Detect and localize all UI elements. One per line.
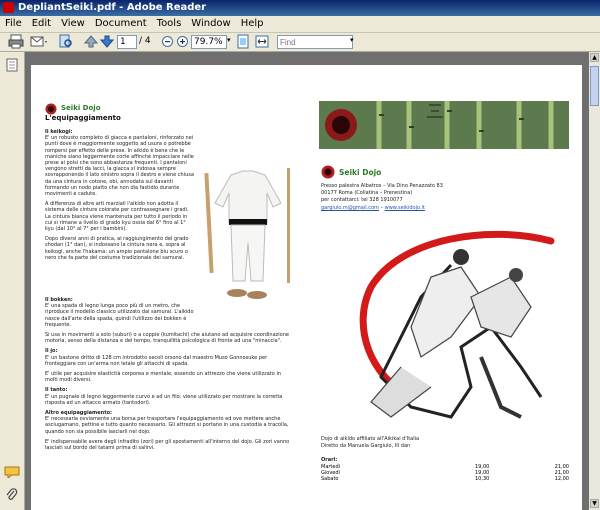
menu-window[interactable]: Window — [186, 16, 235, 32]
print-icon[interactable] — [8, 34, 24, 49]
section-text: A differenza di altre arti marziali l'ai… — [45, 201, 189, 233]
toolbar: 1 / 4 79.7% ▾ ▾ — [0, 33, 600, 52]
website-link[interactable]: www.seikidojo.it — [385, 205, 425, 211]
schedule-table: Martedì 19,00 21,00 Giovedì 19,00 21,00 … — [319, 464, 571, 482]
section-text: E' necessaria ovviamente una borsa per t… — [45, 416, 289, 435]
table-row: Sabato 10,30 12,00 — [319, 476, 571, 482]
section-text: E' un bastone dritto di 128 cm introdott… — [45, 354, 268, 367]
equipment-text-block-1: Il keikogi: E' un robusto completo di gi… — [45, 129, 195, 261]
section-text: E' indispensabile avere degli infradito … — [45, 438, 290, 452]
schedule-start: 10,30 — [475, 476, 490, 482]
email-link[interactable]: gargiulo.m@gmail.com — [321, 205, 379, 211]
section-text: E' un robusto completo di giacca e panta… — [45, 135, 194, 198]
menu-document[interactable]: Document — [90, 16, 152, 32]
page-total: / 4 — [139, 36, 151, 46]
menu-view[interactable]: View — [56, 16, 90, 32]
search-document-icon[interactable] — [58, 34, 74, 49]
next-page-icon[interactable] — [100, 34, 114, 49]
zoom-in-icon[interactable] — [176, 34, 189, 49]
left-subtitle: L'equipaggiamento — [45, 114, 121, 122]
bamboo-banner-image — [319, 101, 569, 149]
pdf-page: Seiki Dojo L'equipaggiamento Il keikogi:… — [31, 65, 582, 510]
navigation-pane — [0, 52, 25, 510]
section-text: Si usa in movimenti a solo (suburi) o a … — [45, 332, 289, 345]
right-brand: Seiki Dojo — [339, 168, 382, 177]
dojo-logo-icon — [321, 165, 335, 179]
menu-edit[interactable]: Edit — [27, 16, 56, 32]
document-view[interactable]: Seiki Dojo L'equipaggiamento Il keikogi:… — [25, 52, 589, 510]
section-text: E' utile per acquisire elasticità corpor… — [45, 371, 282, 384]
address-line-1: Presso palestra Albatros – Via Dino Pena… — [321, 183, 443, 189]
attachments-icon[interactable] — [6, 488, 18, 502]
adobe-reader-icon — [3, 2, 14, 13]
pages-panel-icon[interactable] — [6, 58, 18, 72]
schedule-day: Sabato — [321, 476, 339, 482]
scroll-up-icon[interactable]: ▲ — [590, 53, 599, 62]
menu-file[interactable]: File — [0, 16, 27, 32]
keikogi-illustration — [204, 168, 290, 299]
find-input[interactable] — [277, 35, 353, 49]
menu-tools[interactable]: Tools — [152, 16, 187, 32]
zoom-dropdown-icon[interactable]: ▾ — [227, 36, 231, 44]
menu-bar: File Edit View Document Tools Window Help — [0, 16, 600, 33]
section-text: E' un pugnale di legno leggermente curvo… — [45, 393, 283, 406]
menu-help[interactable]: Help — [236, 16, 269, 32]
equipment-text-block-2: Il bokken: E' una spada di legno lunga p… — [45, 297, 295, 451]
comments-icon[interactable] — [4, 466, 20, 478]
schedule-end: 12,00 — [554, 476, 569, 482]
contact-phone: per contattarci: tel 328 1910077 — [321, 197, 403, 203]
zoom-out-icon[interactable] — [161, 34, 174, 49]
affiliation-line-2: Diretto da Manuela Gargiulo, III dan — [321, 443, 411, 449]
left-brand: Seiki Dojo — [61, 104, 101, 112]
section-text: E' una spada di legno lunga poco più di … — [45, 303, 194, 328]
scroll-down-icon[interactable]: ▼ — [590, 499, 599, 508]
vertical-scrollbar[interactable]: ▲ ▼ — [589, 52, 600, 510]
page-number-input[interactable]: 1 — [117, 35, 137, 49]
scroll-thumb[interactable] — [590, 66, 599, 106]
find-dropdown-icon[interactable]: ▾ — [350, 36, 354, 44]
zoom-level-input[interactable]: 79.7% — [191, 35, 227, 49]
fit-width-icon[interactable] — [255, 34, 269, 49]
title-bar: DepliantSeiki.pdf - Adobe Reader — [0, 0, 600, 16]
section-text: Dopo diversi anni di pratica, al raggiun… — [45, 236, 189, 261]
schedule-title: Orari: — [321, 457, 338, 463]
previous-page-icon[interactable] — [84, 34, 98, 49]
affiliation-line-1: Dojo di aikido affiliato all'Aikikai d'I… — [321, 436, 420, 442]
email-icon[interactable] — [30, 34, 48, 49]
aikido-throw-illustration — [359, 230, 555, 419]
window-title: DepliantSeiki.pdf - Adobe Reader — [18, 2, 207, 13]
address-line-2: 00177 Roma (Collatina – Prenestina) — [321, 190, 413, 196]
fit-page-icon[interactable] — [236, 34, 250, 49]
